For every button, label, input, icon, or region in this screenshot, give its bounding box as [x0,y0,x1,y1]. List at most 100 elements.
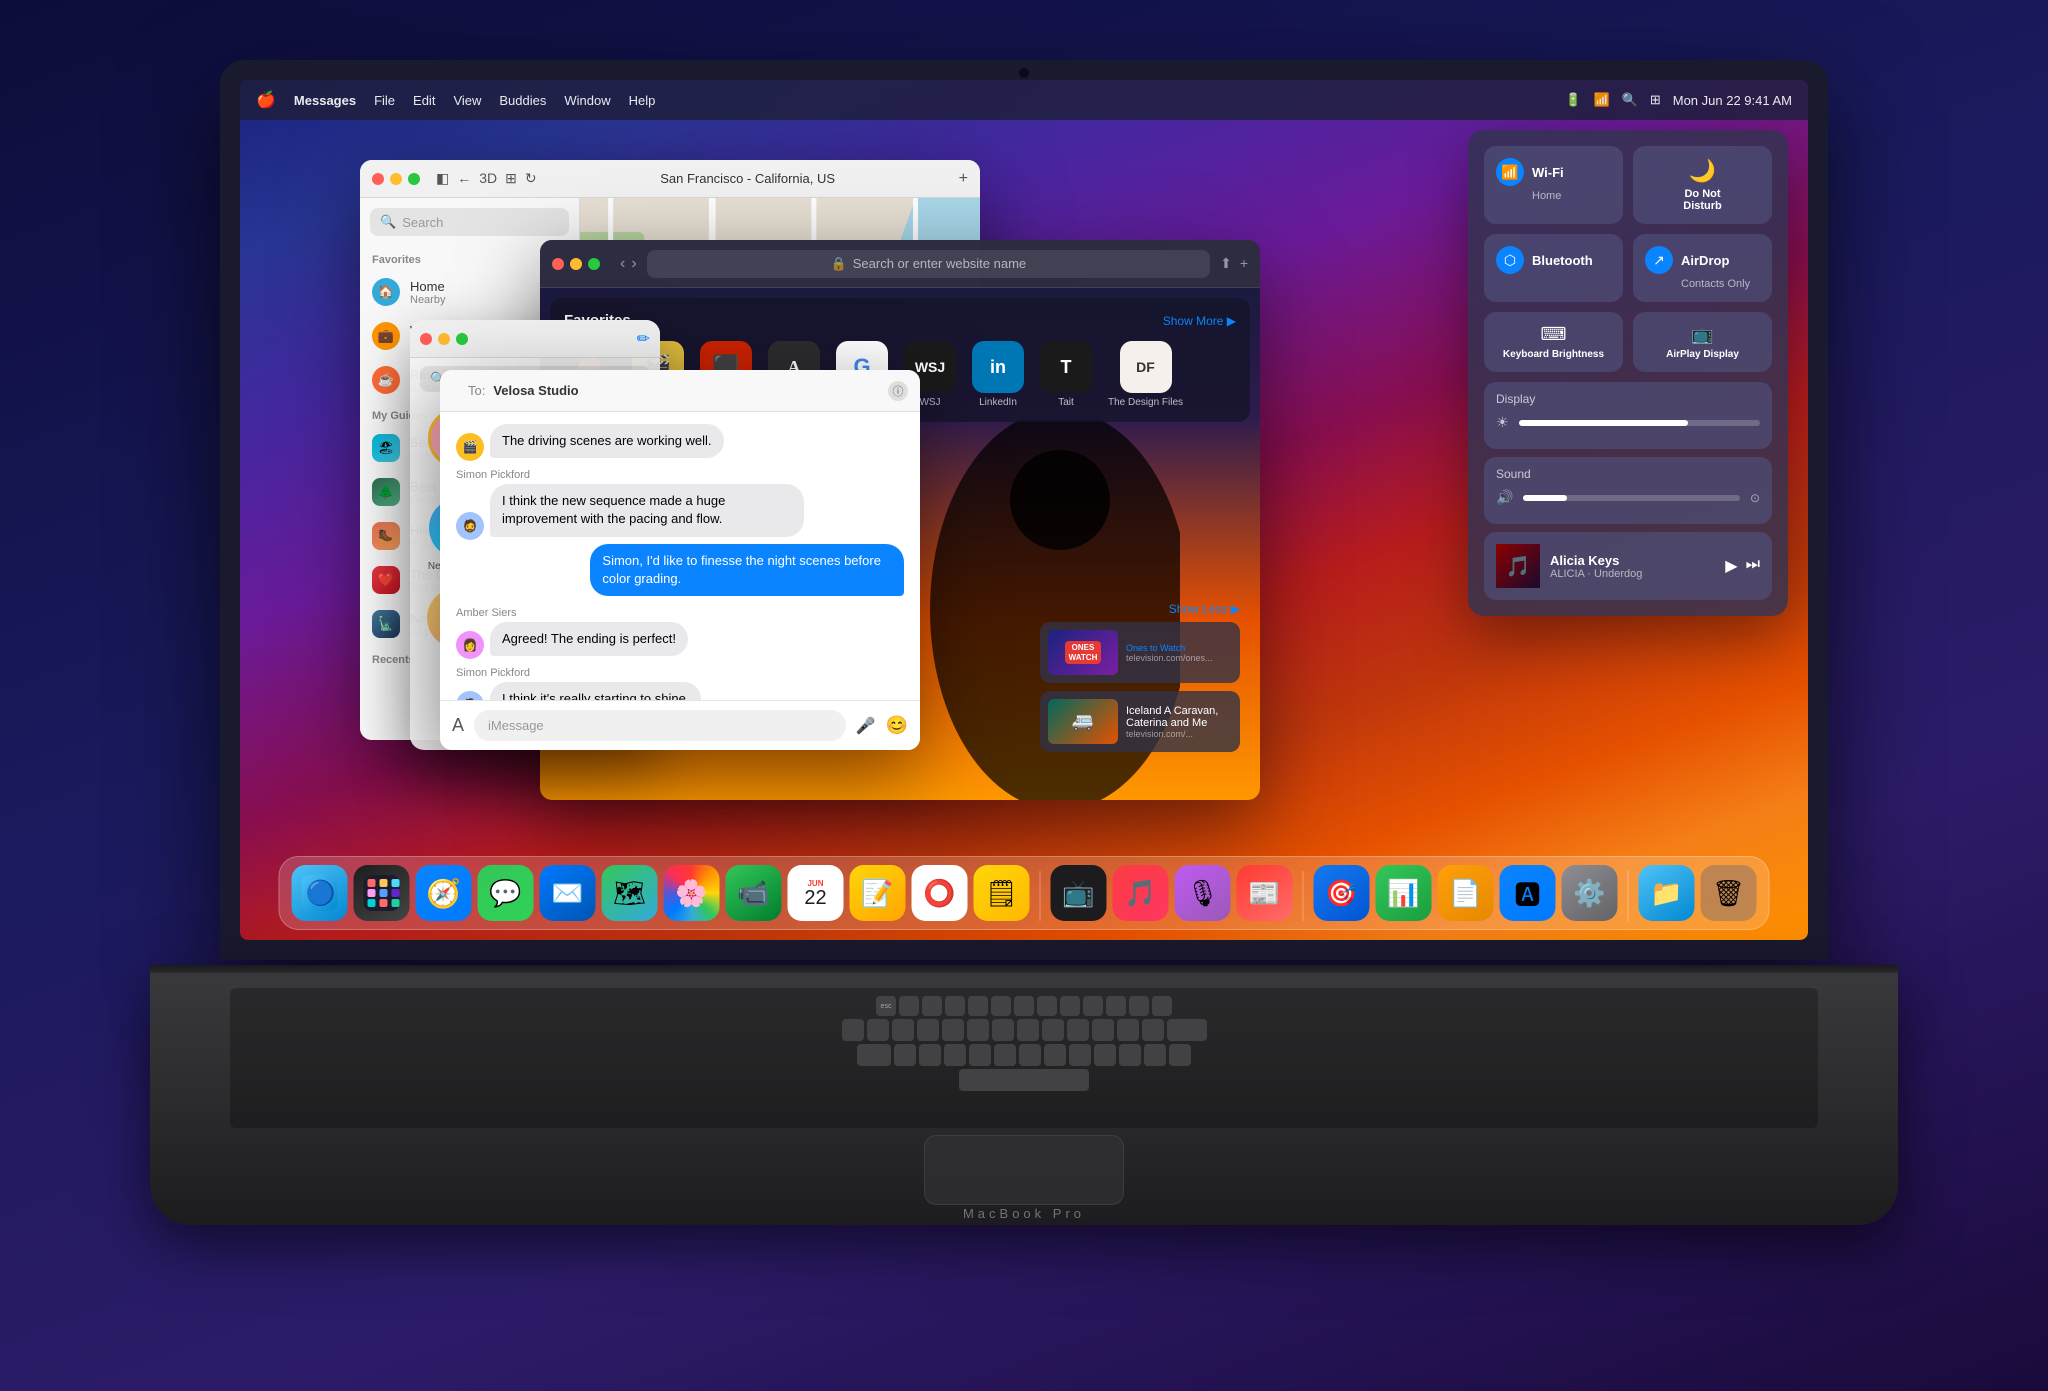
maps-traffic-icon[interactable]: ↻ [525,170,537,187]
tv-card-ones-to-watch[interactable]: ONESWATCH Ones to Watch television.com/o… [1040,622,1240,683]
play-button[interactable]: ▶ [1725,556,1737,576]
apple-logo-icon[interactable]: 🍎 [256,90,276,110]
display-brightness-slider[interactable] [1519,420,1760,426]
dock-system-prefs[interactable]: ⚙️ [1562,865,1618,921]
dock-appletv[interactable]: 📺 [1051,865,1107,921]
key-2[interactable] [892,1019,914,1041]
close-button[interactable] [372,173,384,185]
trackpad[interactable] [924,1135,1124,1205]
key-f2[interactable] [922,996,942,1016]
dock-music[interactable]: 🎵 [1113,865,1169,921]
buddies-menu[interactable]: Buddies [499,93,546,108]
file-menu[interactable]: File [374,93,395,108]
fav-tait[interactable]: T Tait [1040,341,1092,408]
show-more-button[interactable]: Show More ▶ [1163,314,1236,328]
dock-mail[interactable]: ✉️ [540,865,596,921]
show-less-button[interactable]: Show Less ▶ [1169,602,1240,616]
safari-minimize-button[interactable] [570,258,582,270]
dock-podcasts[interactable]: 🎙 [1175,865,1231,921]
dock-keynote[interactable]: 🎯 [1314,865,1370,921]
key-f3[interactable] [945,996,965,1016]
view-menu[interactable]: View [453,93,481,108]
key-lbracket[interactable] [1144,1044,1166,1066]
key-delete[interactable] [1167,1019,1207,1041]
key-f12[interactable] [1152,996,1172,1016]
dock-launchpad[interactable] [354,865,410,921]
key-minus[interactable] [1117,1019,1139,1041]
key-i[interactable] [1069,1044,1091,1066]
key-3[interactable] [917,1019,939,1041]
key-f9[interactable] [1083,996,1103,1016]
dock-photos[interactable]: 🌸 [664,865,720,921]
dock-files[interactable]: 📁 [1639,865,1695,921]
contacts-minimize-button[interactable] [438,333,450,345]
key-4[interactable] [942,1019,964,1041]
emoji-picker-button[interactable]: 😊 [886,715,908,736]
dock-safari[interactable]: 🧭 [416,865,472,921]
key-f5[interactable] [991,996,1011,1016]
contacts-fullscreen-button[interactable] [456,333,468,345]
key-tilde[interactable] [842,1019,864,1041]
fullscreen-button[interactable] [408,173,420,185]
key-9[interactable] [1067,1019,1089,1041]
now-playing-tile[interactable]: 🎵 Alicia Keys ALICIA · Underdog ▶ ⏭ [1484,532,1772,600]
key-1[interactable] [867,1019,889,1041]
help-menu[interactable]: Help [629,93,656,108]
key-f4[interactable] [968,996,988,1016]
dock-stickies[interactable]: 🗒 [974,865,1030,921]
key-esc[interactable]: esc [876,996,896,1016]
safari-fullscreen-button[interactable] [588,258,600,270]
fav-linkedin[interactable]: in LinkedIn [972,341,1024,408]
dock-notes[interactable]: 📝 [850,865,906,921]
maps-layers-icon[interactable]: ⊞ [505,170,517,187]
key-p[interactable] [1119,1044,1141,1066]
key-f10[interactable] [1106,996,1126,1016]
safari-newtab-icon[interactable]: + [1240,255,1248,272]
key-q[interactable] [894,1044,916,1066]
key-r[interactable] [969,1044,991,1066]
key-t[interactable] [994,1044,1016,1066]
next-button[interactable]: ⏭ [1746,556,1760,576]
key-f1[interactable] [899,996,919,1016]
maps-search-box[interactable]: 🔍 Search [370,208,569,236]
key-0[interactable] [1092,1019,1114,1041]
key-f6[interactable] [1014,996,1034,1016]
maps-back-icon[interactable]: ← [457,170,471,187]
app-name-menu[interactable]: Messages [294,93,356,108]
dock-maps[interactable]: 🗺 [602,865,658,921]
key-equals[interactable] [1142,1019,1164,1041]
dock-finder[interactable]: 🔵 [292,865,348,921]
audio-button[interactable]: 🎤 [856,716,876,736]
airplay-display-tile[interactable]: 📺 AirPlay Display [1633,312,1772,372]
dock-reminders[interactable]: ⭕ [912,865,968,921]
key-u[interactable] [1044,1044,1066,1066]
dock-pages[interactable]: 📄 [1438,865,1494,921]
dnd-tile[interactable]: 🌙 Do NotDisturb [1633,146,1772,224]
safari-close-button[interactable] [552,258,564,270]
dock-news[interactable]: 📰 [1237,865,1293,921]
safari-share-icon[interactable]: ⬆ [1220,255,1232,272]
safari-back-icon[interactable]: ‹ [620,255,625,273]
maps-add-icon[interactable]: + [959,170,968,188]
wifi-menubar-icon[interactable]: 📶 [1593,92,1609,108]
emoji-button[interactable]: A [452,715,464,736]
control-center-icon[interactable]: ⊞ [1650,92,1661,108]
messages-info-button[interactable]: ⓘ [888,381,908,401]
key-8[interactable] [1042,1019,1064,1041]
airdrop-tile[interactable]: ↗ AirDrop Contacts Only [1633,234,1772,302]
key-5[interactable] [967,1019,989,1041]
edit-menu[interactable]: Edit [413,93,435,108]
key-f8[interactable] [1060,996,1080,1016]
safari-url-bar[interactable]: 🔒 Search or enter website name [647,250,1210,278]
compose-button[interactable]: ✏ [637,329,650,349]
dock-appstore[interactable]: 🅰 [1500,865,1556,921]
contacts-close-button[interactable] [420,333,432,345]
key-o[interactable] [1094,1044,1116,1066]
key-y[interactable] [1019,1044,1041,1066]
key-7[interactable] [1017,1019,1039,1041]
fav-design-files[interactable]: DF The Design Files [1108,341,1183,408]
dock-calendar[interactable]: JUN 22 [788,865,844,921]
keyboard-brightness-tile[interactable]: ⌨ Keyboard Brightness [1484,312,1623,372]
dock-numbers[interactable]: 📊 [1376,865,1432,921]
maps-sidebar-toggle-icon[interactable]: ◧ [436,170,449,187]
